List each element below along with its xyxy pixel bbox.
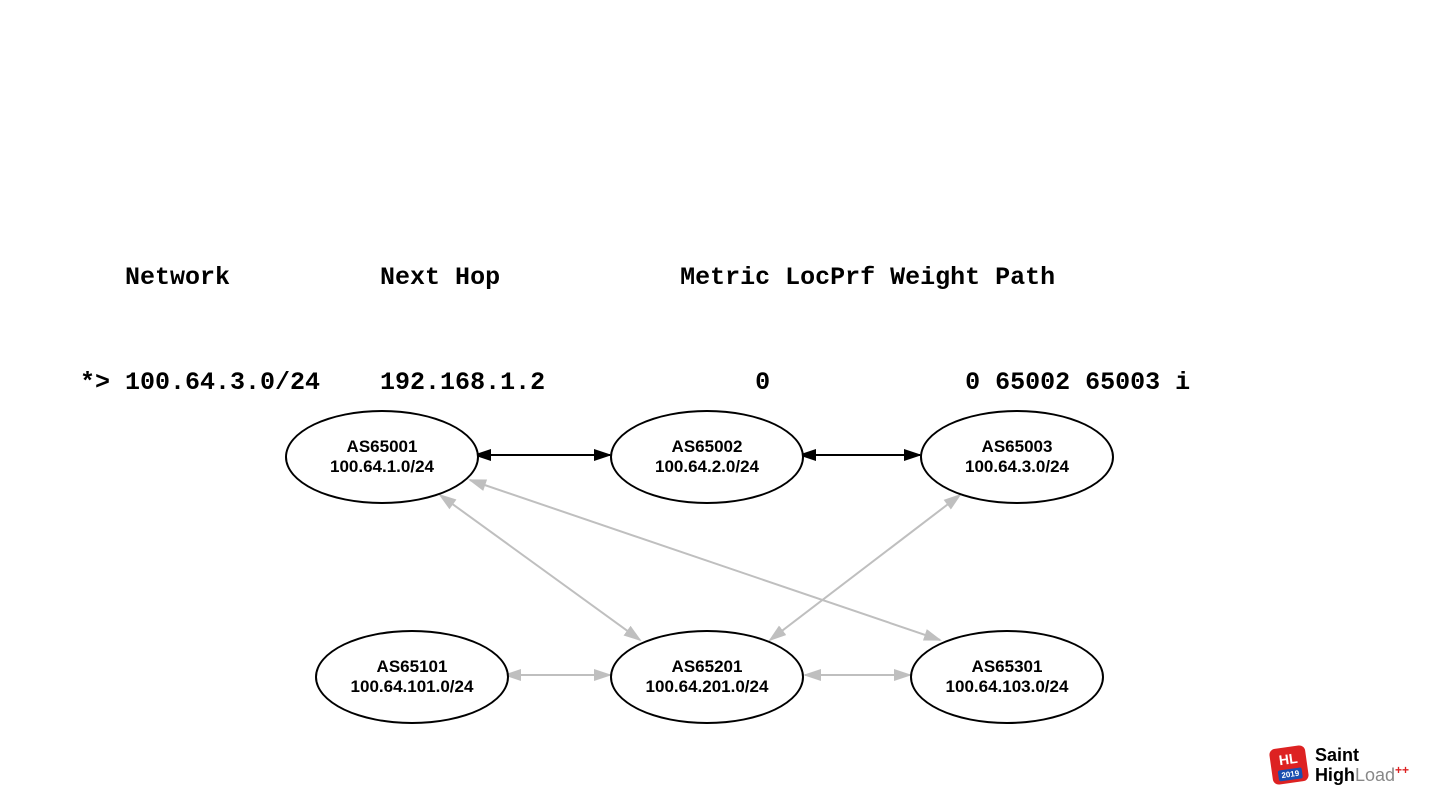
node-as65101: AS65101100.64.101.0/24 [315,630,509,724]
route-header: Network Next Hop Metric LocPrf Weight Pa… [80,260,1190,295]
node-as65002: AS65002100.64.2.0/24 [610,410,804,504]
node-as65201: AS65201100.64.201.0/24 [610,630,804,724]
conference-logo: HL 2019 Saint HighLoad++ [1271,746,1409,784]
logo-badge: HL 2019 [1269,745,1310,786]
node-as65001: AS65001100.64.1.0/24 [285,410,479,504]
edge-n3-n5 [770,495,960,640]
logo-text: Saint HighLoad++ [1315,746,1409,784]
node-as65301: AS65301100.64.103.0/24 [910,630,1104,724]
edge-n1-n6 [470,480,940,640]
as-topology-diagram: AS65001100.64.1.0/24 AS65002100.64.2.0/2… [280,390,1120,740]
edge-n1-n5 [440,495,640,640]
node-as65003: AS65003100.64.3.0/24 [920,410,1114,504]
